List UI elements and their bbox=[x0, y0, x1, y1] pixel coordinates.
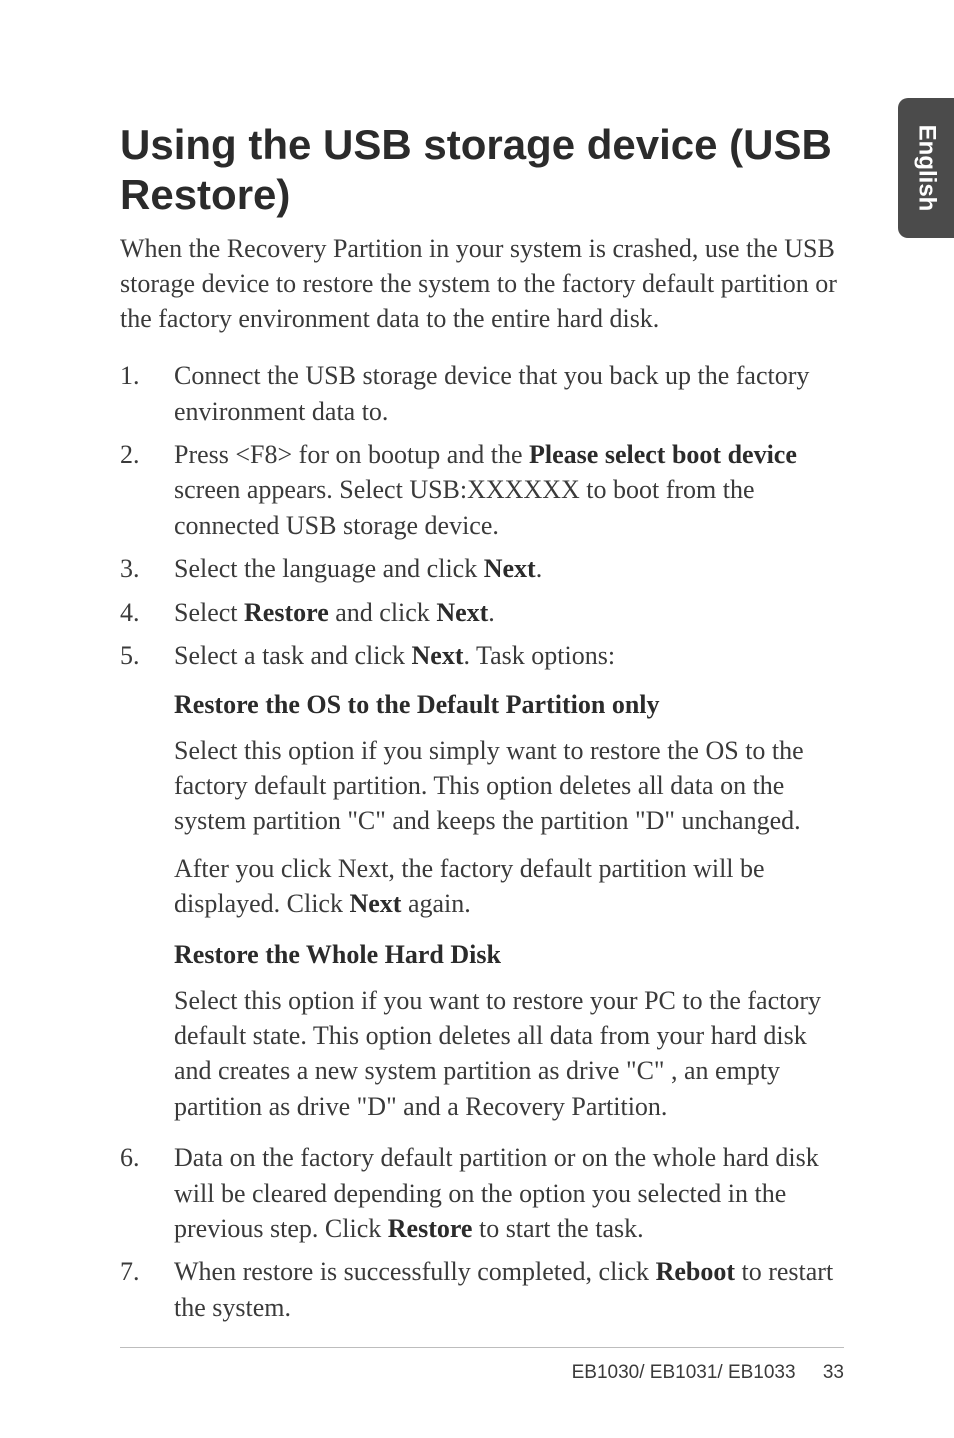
step-text: Select a task and click Next. Task optio… bbox=[174, 638, 844, 673]
text-fragment: Select a task and click bbox=[174, 641, 412, 670]
option-paragraph: Select this option if you want to restor… bbox=[174, 983, 844, 1124]
bold-text: Next bbox=[484, 554, 536, 583]
step-1: 1. Connect the USB storage device that y… bbox=[120, 358, 844, 429]
text-fragment: . bbox=[536, 554, 543, 583]
step-6: 6. Data on the factory default partition… bbox=[120, 1140, 844, 1246]
option-restore-default-partition: Restore the OS to the Default Partition … bbox=[174, 687, 844, 921]
step-number: 5. bbox=[120, 638, 146, 673]
text-fragment: When restore is successfully completed, … bbox=[174, 1257, 656, 1286]
step-number: 2. bbox=[120, 437, 146, 543]
step-3: 3. Select the language and click Next. bbox=[120, 551, 844, 586]
text-fragment: Press <F8> for on bootup and the bbox=[174, 440, 529, 469]
step-number: 4. bbox=[120, 595, 146, 630]
text-fragment: Select the language and click bbox=[174, 554, 484, 583]
footer-page-number: 33 bbox=[823, 1362, 844, 1383]
step-7: 7. When restore is successfully complete… bbox=[120, 1254, 844, 1325]
language-tab: English bbox=[898, 98, 954, 238]
step-5: 5. Select a task and click Next. Task op… bbox=[120, 638, 844, 673]
steps-list-continued: 6. Data on the factory default partition… bbox=[120, 1140, 844, 1325]
bold-text: Restore bbox=[388, 1214, 473, 1243]
option-paragraph: After you click Next, the factory defaul… bbox=[174, 851, 844, 922]
step-text: Select the language and click Next. bbox=[174, 551, 844, 586]
bold-text: Next bbox=[436, 598, 488, 627]
option-paragraph: Select this option if you simply want to… bbox=[174, 733, 844, 839]
step-number: 6. bbox=[120, 1140, 146, 1246]
step-number: 3. bbox=[120, 551, 146, 586]
step-text: Connect the USB storage device that you … bbox=[174, 358, 844, 429]
bold-text: Restore bbox=[244, 598, 329, 627]
text-fragment: Select bbox=[174, 598, 244, 627]
text-fragment: screen appears. Select USB:XXXXXX to boo… bbox=[174, 475, 755, 539]
intro-paragraph: When the Recovery Partition in your syst… bbox=[120, 231, 844, 336]
text-fragment: again. bbox=[401, 889, 470, 918]
step-text: Select Restore and click Next. bbox=[174, 595, 844, 630]
bold-text: Next bbox=[349, 889, 401, 918]
step-2: 2. Press <F8> for on bootup and the Plea… bbox=[120, 437, 844, 543]
bold-text: Please select boot device bbox=[529, 440, 797, 469]
step-number: 7. bbox=[120, 1254, 146, 1325]
page-footer: EB1030/ EB1031/ EB1033 33 bbox=[572, 1362, 844, 1384]
option-restore-whole-disk: Restore the Whole Hard Disk Select this … bbox=[174, 937, 844, 1124]
step-text: Press <F8> for on bootup and the Please … bbox=[174, 437, 844, 543]
step-4: 4. Select Restore and click Next. bbox=[120, 595, 844, 630]
text-fragment: . Task options: bbox=[464, 641, 616, 670]
steps-list: 1. Connect the USB storage device that y… bbox=[120, 358, 844, 673]
bold-text: Reboot bbox=[656, 1257, 735, 1286]
step-text: When restore is successfully completed, … bbox=[174, 1254, 844, 1325]
text-fragment: . bbox=[488, 598, 495, 627]
text-fragment: to start the task. bbox=[472, 1214, 643, 1243]
footer-rule bbox=[120, 1347, 844, 1348]
page-title: Using the USB storage device (USB Restor… bbox=[120, 120, 844, 219]
footer-model: EB1030/ EB1031/ EB1033 bbox=[572, 1362, 796, 1383]
bold-text: Next bbox=[412, 641, 464, 670]
step-number: 1. bbox=[120, 358, 146, 429]
text-fragment: and click bbox=[329, 598, 437, 627]
option-heading: Restore the Whole Hard Disk bbox=[174, 937, 844, 972]
option-heading: Restore the OS to the Default Partition … bbox=[174, 687, 844, 722]
step-text: Data on the factory default partition or… bbox=[174, 1140, 844, 1246]
language-tab-label: English bbox=[912, 125, 940, 212]
